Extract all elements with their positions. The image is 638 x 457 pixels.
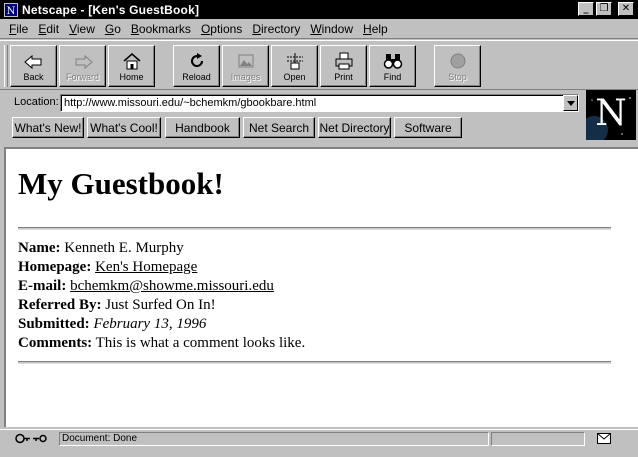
menu-view[interactable]: View: [69, 22, 95, 36]
broken-key-icon[interactable]: [12, 432, 48, 445]
printer-icon: [335, 52, 352, 70]
navigation-toolbar: Back Forward Home Reload Images Open Pri…: [0, 40, 638, 90]
toolbar-grip[interactable]: [4, 45, 8, 87]
location-label: Location:: [14, 96, 59, 108]
menu-window[interactable]: Window: [310, 22, 353, 36]
close-button[interactable]: ✕: [618, 2, 634, 16]
homepage-key: Homepage:: [18, 259, 92, 275]
menu-bookmarks[interactable]: Bookmarks: [131, 22, 191, 36]
net-directory-button[interactable]: Net Directory: [318, 117, 391, 138]
name-value: Kenneth E. Murphy: [64, 240, 184, 256]
print-label: Print: [334, 72, 353, 82]
comments-value: This is what a comment looks like.: [95, 335, 306, 351]
reload-icon: [190, 53, 203, 68]
whats-cool-button[interactable]: What's Cool!: [87, 117, 161, 138]
guestbook-entry: Name: Kenneth E. Murphy Homepage: Ken's …: [18, 239, 305, 353]
email-key: E-mail:: [18, 278, 67, 294]
open-button[interactable]: Open: [271, 45, 318, 87]
location-bar: Location: http://www.missouri.edu/~bchem…: [0, 91, 585, 113]
envelope-icon[interactable]: [597, 433, 611, 444]
netscape-logo[interactable]: N: [586, 90, 636, 140]
back-button[interactable]: Back: [10, 45, 57, 87]
chevron-down-icon: [566, 100, 575, 106]
house-icon: [123, 53, 140, 70]
comments-field: Comments: This is what a comment looks l…: [18, 334, 305, 353]
close-icon: ✕: [621, 3, 631, 14]
find-label: Find: [383, 72, 402, 82]
name-field: Name: Kenneth E. Murphy: [18, 239, 305, 258]
find-button[interactable]: Find: [369, 45, 416, 87]
software-button[interactable]: Software: [394, 117, 462, 138]
binoculars-icon: [383, 54, 402, 69]
email-field: E-mail: bchemkm@showme.missouri.edu: [18, 277, 305, 296]
window-title: Netscape - [Ken's GuestBook]: [22, 2, 200, 17]
handbook-button[interactable]: Handbook: [165, 117, 240, 138]
images-label: Images: [230, 72, 261, 82]
logo-letter: N: [595, 93, 627, 134]
menu-help[interactable]: Help: [363, 22, 388, 36]
referred-key: Referred By:: [18, 297, 102, 313]
menu-go[interactable]: Go: [105, 22, 121, 36]
home-label: Home: [119, 72, 144, 82]
reload-button[interactable]: Reload: [173, 45, 220, 87]
location-input[interactable]: http://www.missouri.edu/~bchemkm/gbookba…: [60, 94, 579, 112]
homepage-link[interactable]: Ken's Homepage: [95, 259, 197, 275]
referred-field: Referred By: Just Surfed On In!: [18, 296, 305, 315]
stop-label: Stop: [448, 72, 467, 82]
minimize-icon: _: [583, 3, 589, 14]
referred-value: Just Surfed On In!: [105, 297, 216, 313]
forward-arrow-icon: [75, 54, 93, 70]
netscape-app-icon[interactable]: N: [4, 2, 18, 17]
menu-file[interactable]: File: [9, 22, 28, 36]
email-link[interactable]: bchemkm@showme.missouri.edu: [70, 278, 274, 294]
menu-directory[interactable]: Directory: [252, 22, 300, 36]
back-label: Back: [23, 72, 44, 82]
name-key: Name:: [18, 240, 61, 256]
directory-buttons: What's New! What's Cool! Handbook Net Se…: [0, 117, 585, 139]
menu-options[interactable]: Options: [201, 22, 242, 36]
submitted-key: Submitted:: [18, 316, 90, 332]
menu-bar: File Edit View Go Bookmarks Options Dire…: [0, 19, 638, 39]
status-bar: Document: Done: [0, 429, 638, 457]
home-button[interactable]: Home: [108, 45, 155, 87]
menu-edit[interactable]: Edit: [38, 22, 59, 36]
forward-button[interactable]: Forward: [59, 45, 106, 87]
page-content[interactable]: My Guestbook! Name: Kenneth E. Murphy Ho…: [4, 147, 638, 427]
horizontal-rule-top: [18, 227, 611, 230]
open-label: Open: [283, 72, 306, 82]
comments-key: Comments:: [18, 335, 93, 351]
stop-icon: [450, 53, 465, 69]
forward-label: Forward: [65, 72, 99, 82]
location-dropdown-button[interactable]: [563, 95, 578, 111]
images-icon: [238, 54, 253, 68]
horizontal-rule-bottom: [18, 361, 611, 364]
stop-button[interactable]: Stop: [434, 45, 481, 87]
title-bar[interactable]: N Netscape - [Ken's GuestBook] _ ❐ ✕: [0, 0, 638, 19]
images-button[interactable]: Images: [222, 45, 269, 87]
net-search-button[interactable]: Net Search: [243, 117, 315, 138]
reload-label: Reload: [182, 72, 211, 82]
homepage-field: Homepage: Ken's Homepage: [18, 258, 305, 277]
open-icon: [286, 53, 303, 70]
progress-field: [491, 432, 585, 446]
page-heading: My Guestbook!: [18, 166, 224, 201]
back-arrow-icon: [23, 54, 41, 70]
status-text: Document: Done: [59, 432, 489, 446]
submitted-value: February 13, 1996: [93, 316, 207, 332]
submitted-field: Submitted: February 13, 1996: [18, 315, 305, 334]
whats-new-button[interactable]: What's New!: [12, 117, 84, 138]
minimize-button[interactable]: _: [578, 2, 594, 16]
print-button[interactable]: Print: [320, 45, 367, 87]
restore-icon: ❐: [599, 3, 609, 14]
restore-button[interactable]: ❐: [596, 2, 612, 16]
svg-text:N: N: [7, 6, 16, 17]
